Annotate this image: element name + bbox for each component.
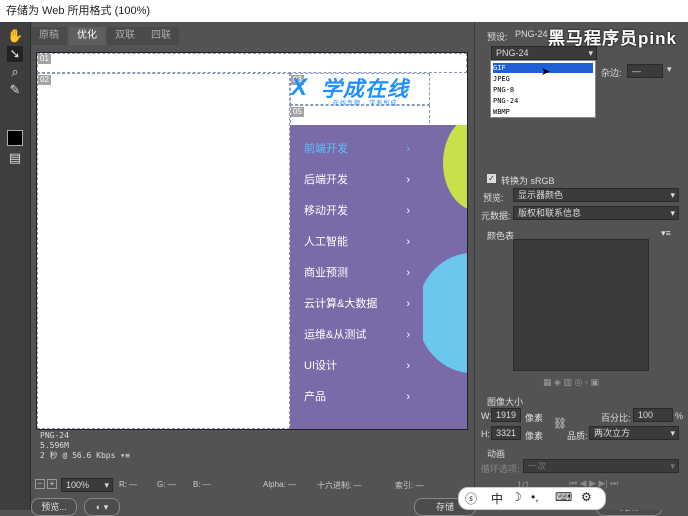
- speed-menu-icon[interactable]: ▾≡: [120, 451, 130, 460]
- matte-select[interactable]: —: [627, 64, 663, 78]
- preset-select[interactable]: PNG-24: [511, 28, 551, 42]
- eyedropper-color-swatch[interactable]: [7, 130, 23, 146]
- slice-02[interactable]: [37, 73, 290, 429]
- format-option-png8[interactable]: PNG-8: [493, 85, 593, 95]
- ime-punctuation-icon[interactable]: •,: [531, 490, 539, 504]
- watermark: 黑马程序员pink: [548, 29, 677, 48]
- readout-g: G: —: [157, 480, 176, 489]
- category-menu: 前端开发 › 后端开发 › 移动开发 › 人工智能 › 商业预测 › 云计算&大数据 › 运…: [290, 125, 423, 429]
- preview-canvas[interactable]: 01 02 03 05 X 学成在线 在线专题 · 学有所成 前端开发 › 后端开…: [36, 52, 468, 430]
- format-dropdown[interactable]: GIF JPEG PNG-8 PNG-24 WBMP ➤: [490, 60, 596, 118]
- percent-input[interactable]: 100: [633, 408, 673, 422]
- tab-original[interactable]: 原稿: [31, 27, 67, 45]
- menu-item-backend[interactable]: 后端开发 ›: [304, 170, 414, 190]
- percent-unit: %: [675, 411, 684, 421]
- percent-label: 百分比:: [601, 413, 631, 423]
- format-option-wbmp[interactable]: WBMP: [493, 107, 593, 117]
- browser-icon: ◐ ▾: [95, 502, 109, 512]
- metadata-select[interactable]: 版权和联系信息 ▾: [513, 206, 679, 220]
- hand-tool-icon[interactable]: ✋: [7, 28, 23, 44]
- mouse-cursor-icon: ➤: [541, 66, 551, 78]
- preview-label: 预览:: [483, 193, 504, 203]
- info-format: PNG-24: [40, 431, 69, 440]
- ime-settings-icon[interactable]: ⚙: [581, 490, 592, 504]
- window-title: 存储为 Web 所用格式 (100%): [0, 0, 688, 22]
- preview-select[interactable]: 显示器颜色 ▾: [513, 188, 679, 202]
- tab-2up[interactable]: 双联: [107, 27, 143, 45]
- menu-item-product[interactable]: 产品 ›: [304, 387, 414, 407]
- readout-hex: 十六进制: —: [317, 481, 362, 490]
- convert-srgb-checkbox[interactable]: ✓: [487, 174, 496, 183]
- tool-panel: ✋ ➘ ⌕ ✎ ▤: [0, 22, 31, 510]
- slice-tag-02: 02: [38, 75, 51, 85]
- image-size-title: 图像大小: [487, 397, 524, 407]
- quality-label: 品质:: [567, 431, 588, 441]
- color-table: [513, 239, 649, 371]
- menu-item-mobile[interactable]: 移动开发 ›: [304, 201, 414, 221]
- quality-select[interactable]: 两次立方 ▾: [589, 426, 679, 440]
- logo-mark-icon: X: [291, 74, 308, 101]
- preview-button[interactable]: 预览...: [31, 498, 77, 516]
- animation-title: 动画: [487, 449, 506, 459]
- readout-r: R: —: [119, 480, 138, 489]
- blue-circle: [423, 253, 467, 373]
- slice-01[interactable]: [37, 53, 467, 73]
- menu-item-frontend[interactable]: 前端开发 ›: [304, 139, 414, 159]
- eyedropper-tool-icon[interactable]: ✎: [7, 82, 23, 98]
- format-option-png24[interactable]: PNG-24: [493, 96, 593, 106]
- site-logo: X 学成在线 在线专题 · 学有所成: [291, 74, 429, 108]
- yellow-circle: [443, 125, 467, 211]
- matte-label: 杂边:: [601, 68, 622, 78]
- menu-item-cloud[interactable]: 云计算&大数据 ›: [304, 294, 414, 314]
- preset-label: 预设:: [487, 32, 508, 42]
- ime-keyboard-icon[interactable]: ⌨: [555, 490, 572, 504]
- menu-item-ai[interactable]: 人工智能 ›: [304, 232, 414, 252]
- height-unit: 像素: [525, 431, 544, 441]
- zoom-select[interactable]: 100% ▾: [61, 478, 113, 492]
- color-table-title: 颜色表: [487, 231, 515, 241]
- link-proportions-icon[interactable]: ⛓: [553, 417, 567, 430]
- toggle-slices-icon[interactable]: ▤: [7, 150, 23, 166]
- zoom-tool-icon[interactable]: ⌕: [7, 64, 23, 80]
- color-table-tools-icon[interactable]: ▦ ◈ ▥ ◎ ▫ ▣: [543, 377, 599, 388]
- tab-4up[interactable]: 四联: [143, 27, 179, 45]
- loop-select[interactable]: 一次 ▾: [523, 459, 679, 473]
- convert-srgb-label: 转换为 sRGB: [501, 176, 555, 186]
- width-unit: 像素: [525, 413, 544, 423]
- banner-decoration: [423, 125, 467, 429]
- readout-b: B: —: [193, 480, 211, 489]
- zoom-in-icon[interactable]: +: [47, 479, 57, 489]
- loop-label: 循环选项:: [481, 464, 520, 474]
- ime-language-toggle[interactable]: 中: [491, 490, 503, 507]
- readout-alpha: Alpha: —: [263, 480, 296, 489]
- ime-toolbar[interactable]: ⓢ 中 ☽ •, ⌨ ⚙: [458, 487, 606, 510]
- slice-select-tool-icon[interactable]: ➘: [7, 46, 23, 62]
- slice-tag-01: 01: [38, 54, 51, 64]
- status-bar: − + 100% ▾ R: — G: — B: — Alpha: — 十六进制: …: [31, 476, 471, 494]
- ime-logo-icon[interactable]: ⓢ: [465, 490, 477, 507]
- metadata-label: 元数据:: [481, 211, 511, 221]
- ime-moon-icon[interactable]: ☽: [511, 490, 522, 504]
- info-time: 2 秒 @ 56.6 Kbps ▾≡: [40, 451, 130, 460]
- readout-index: 索引: —: [395, 481, 424, 490]
- menu-item-ops[interactable]: 运维&从测试 ›: [304, 325, 414, 345]
- browser-select[interactable]: ◐ ▾: [84, 498, 120, 516]
- slice-tag-05: 05: [291, 107, 304, 117]
- logo-subtitle: 在线专题 · 学有所成: [333, 101, 398, 107]
- matte-chevron-icon[interactable]: ▾: [667, 64, 672, 75]
- optimization-info: PNG-24 5.596M 2 秒 @ 56.6 Kbps ▾≡: [40, 431, 130, 461]
- height-input[interactable]: 3321: [491, 426, 521, 440]
- view-tabs: 原稿 优化 双联 四联: [31, 27, 471, 45]
- color-table-menu-icon[interactable]: ▾≡: [661, 228, 671, 239]
- menu-item-ui[interactable]: UI设计 ›: [304, 356, 414, 376]
- info-size: 5.596M: [40, 441, 69, 450]
- zoom-out-icon[interactable]: −: [35, 479, 45, 489]
- menu-item-business[interactable]: 商业预测 ›: [304, 263, 414, 283]
- tab-optimized[interactable]: 优化: [69, 27, 105, 45]
- width-input[interactable]: 1919: [491, 408, 521, 422]
- height-label: H:: [481, 429, 490, 439]
